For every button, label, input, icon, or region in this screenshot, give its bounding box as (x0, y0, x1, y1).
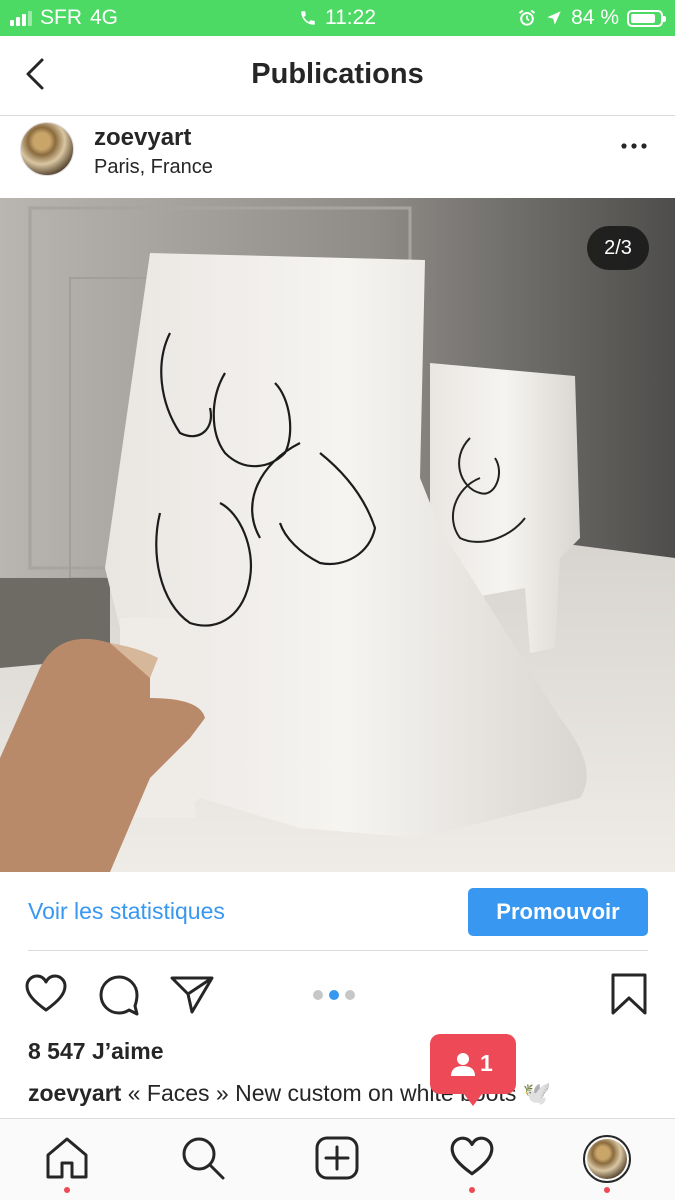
nav-bar: Publications (0, 36, 675, 116)
save-button[interactable] (610, 972, 648, 1021)
post-header: zoevyart Paris, France (0, 116, 675, 198)
battery-percent: 84 % (571, 6, 619, 29)
carousel-indicator (313, 990, 355, 1000)
post-location[interactable]: Paris, France (94, 156, 213, 179)
comment-icon (99, 975, 139, 1016)
profile-avatar (587, 1139, 627, 1179)
view-stats-link[interactable]: Voir les statistiques (28, 898, 225, 925)
more-options-button[interactable] (619, 136, 649, 156)
home-unread-dot (64, 1187, 70, 1193)
carousel-dot (313, 990, 323, 1000)
signal-icon (10, 10, 32, 26)
carrier-label: SFR (40, 6, 82, 29)
image-counter-badge: 2/3 (587, 226, 649, 270)
like-button[interactable] (24, 974, 68, 1019)
tab-profile[interactable] (583, 1135, 631, 1193)
phone-icon (301, 11, 315, 25)
tab-search[interactable] (180, 1135, 226, 1185)
tab-bar (0, 1118, 675, 1200)
post-image[interactable]: 2/3 (0, 198, 675, 872)
divider (28, 950, 648, 951)
more-dots-icon (621, 143, 647, 149)
likes-count[interactable]: 8 547 J’aime (28, 1038, 164, 1065)
activity-unread-dot (469, 1187, 475, 1193)
activity-notification-badge[interactable]: 1 (430, 1034, 516, 1106)
battery-icon (627, 9, 666, 27)
person-icon (451, 1053, 475, 1076)
tab-new-post[interactable] (314, 1135, 360, 1185)
search-icon (182, 1137, 225, 1180)
bookmark-icon (611, 973, 647, 1015)
status-right: 84 % (517, 6, 666, 30)
avatar[interactable] (20, 122, 74, 176)
notification-count: 1 (480, 1050, 493, 1076)
alarm-icon (519, 9, 536, 26)
home-icon (46, 1137, 88, 1179)
caption-username[interactable]: zoevyart (28, 1080, 121, 1106)
carousel-dot-active (329, 990, 339, 1000)
heart-icon (25, 974, 67, 1012)
tab-activity[interactable] (449, 1135, 495, 1193)
add-icon (315, 1136, 359, 1180)
status-bar: SFR 4G 11:22 84 % (0, 0, 675, 36)
page-title: Publications (251, 58, 424, 90)
send-icon (170, 976, 214, 1014)
clock-label: 11:22 (325, 6, 376, 29)
tab-home[interactable] (44, 1135, 90, 1193)
promote-button[interactable]: Promouvoir (468, 888, 648, 936)
status-left: SFR 4G (10, 6, 118, 30)
boots-photo (0, 198, 675, 872)
carousel-dot (345, 990, 355, 1000)
network-label: 4G (90, 6, 119, 29)
location-arrow-icon (547, 11, 561, 25)
profile-unread-dot (604, 1187, 610, 1193)
heart-icon (450, 1136, 494, 1176)
post-username[interactable]: zoevyart (94, 124, 191, 152)
share-button[interactable] (170, 974, 214, 1019)
comment-button[interactable] (98, 974, 140, 1021)
